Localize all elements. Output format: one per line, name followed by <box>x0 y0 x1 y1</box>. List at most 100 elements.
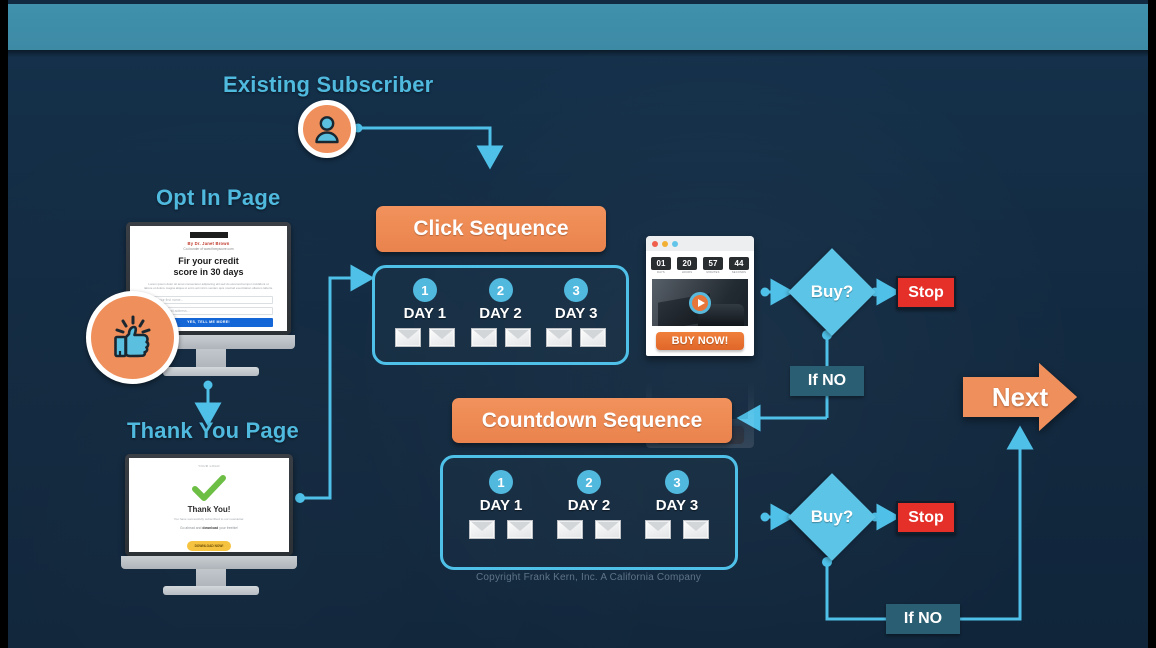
buy-decision-top-label: Buy? <box>810 282 854 301</box>
click-day-1: 1 DAY 1 <box>387 278 463 347</box>
countdown-sequence-banner[interactable]: Countdown Sequence <box>452 398 732 443</box>
stop-node-top[interactable]: Stop <box>896 276 956 309</box>
monitor-foot <box>162 367 259 376</box>
thank-you-download-text: Go ahead and download your freebie! <box>137 526 281 530</box>
countdown-sequence-box: 1 DAY 1 2 DAY 2 3 DAY 3 <box>440 455 738 570</box>
email-icon <box>507 520 533 539</box>
maximize-dot-icon[interactable] <box>672 240 678 247</box>
if-no-label-bottom: If NO <box>886 604 960 634</box>
timer-seconds-value: 44 <box>729 257 749 270</box>
click-day-3: 3 DAY 3 <box>538 278 614 347</box>
countdown-day-1-number: 1 <box>489 470 513 494</box>
countdown-day-2-label: DAY 2 <box>567 497 611 514</box>
timer-seconds: 44 SECONDS <box>729 257 749 274</box>
stop-node-bottom[interactable]: Stop <box>896 501 956 534</box>
click-day-2: 2 DAY 2 <box>463 278 539 347</box>
stop-node-top-label: Stop <box>908 283 944 301</box>
opt-in-headline: Fir your credit score in 30 days <box>138 256 279 278</box>
buy-decision-bottom[interactable]: Buy? <box>788 473 876 561</box>
monitor-foot <box>163 586 259 595</box>
click-day-2-emails <box>470 328 531 347</box>
thank-you-download-button[interactable]: DOWNLOAD NOW! <box>186 541 232 551</box>
countdown-sequence-days: 1 DAY 1 2 DAY 2 3 DAY 3 <box>443 458 735 567</box>
email-icon <box>469 520 495 539</box>
check-icon <box>192 475 226 501</box>
click-day-3-number: 3 <box>564 278 589 302</box>
buy-decision-top[interactable]: Buy? <box>788 248 876 336</box>
if-no-top-text: If NO <box>807 372 847 389</box>
click-day-1-number: 1 <box>412 278 437 302</box>
thank-you-page-monitor: YOUR LOGO Thank You! You have successful… <box>121 454 297 595</box>
opt-in-paragraph: Lorem ipsum dolor sit amet consectetur a… <box>144 282 273 291</box>
download-bold: download <box>202 526 219 530</box>
download-pre: Go ahead and <box>179 526 202 530</box>
opt-in-byline: By Dr. Janet Brown <box>187 241 230 246</box>
play-icon[interactable] <box>689 291 711 314</box>
timer-hours-label: HOURS <box>681 271 693 274</box>
email-icon <box>394 328 421 347</box>
email-icon <box>504 328 531 347</box>
click-day-2-label: DAY 2 <box>479 305 522 322</box>
click-day-1-label: DAY 1 <box>403 305 447 322</box>
thank-you-headline: Thank You! <box>187 505 231 514</box>
email-icon <box>470 328 497 347</box>
thumbs-up-glyph <box>113 315 150 357</box>
countdown-day-2-number: 2 <box>577 470 601 494</box>
email-icon <box>557 520 583 539</box>
top-bar-shadow <box>8 50 1148 57</box>
buy-now-label: BUY NOW! <box>671 335 729 347</box>
opt-in-logo <box>189 232 228 238</box>
countdown-day-1-emails <box>469 520 533 539</box>
if-no-bottom-text: If NO <box>903 610 943 627</box>
copyright-text: Copyright Frank Kern, Inc. A California … <box>476 572 702 583</box>
timer-seconds-label: SECONDS <box>731 271 747 274</box>
click-sequence-banner-label: Click Sequence <box>413 217 569 240</box>
email-icon <box>645 520 671 539</box>
click-day-3-emails <box>546 328 607 347</box>
thank-you-sub: You have successfully subscribed to our … <box>173 517 245 521</box>
opt-in-headline-line1: Fir your credit <box>178 256 239 266</box>
video-thumbnail[interactable] <box>652 279 748 326</box>
click-day-3-label: DAY 3 <box>554 305 598 322</box>
thank-you-screen: YOUR LOGO Thank You! You have successful… <box>129 458 289 552</box>
timer-minutes-label: MINUTES <box>706 271 720 274</box>
click-sequence-days: 1 DAY 1 2 DAY 2 3 DAY 3 <box>375 268 626 362</box>
click-day-1-emails <box>394 328 455 347</box>
top-bar <box>8 4 1148 50</box>
countdown-day-3-number: 3 <box>665 470 689 494</box>
buy-now-button[interactable]: BUY NOW! <box>656 332 744 350</box>
user-avatar-icon <box>298 100 356 158</box>
email-icon <box>580 328 607 347</box>
email-icon <box>595 520 621 539</box>
next-arrow-label: Next <box>991 381 1049 412</box>
thank-you-page-label: Thank You Page <box>127 418 299 443</box>
timer-days-value: 01 <box>651 257 671 270</box>
user-avatar-glyph <box>315 116 339 144</box>
countdown-day-3-label: DAY 3 <box>655 497 699 514</box>
monitor-bezel: YOUR LOGO Thank You! You have successful… <box>125 454 293 556</box>
countdown-day-1-label: DAY 1 <box>479 497 523 514</box>
email-icon <box>428 328 455 347</box>
stop-node-bottom-label: Stop <box>908 508 944 526</box>
if-no-label-top: If NO <box>790 366 864 396</box>
timer-minutes-value: 57 <box>703 257 723 270</box>
monitor-neck <box>195 349 226 367</box>
click-sequence-box: 1 DAY 1 2 DAY 2 3 DAY 3 <box>372 265 629 365</box>
timer-minutes: 57 MINUTES <box>703 257 723 274</box>
sales-page-mockup: 01 DAYS 20 HOURS 57 MINUTES 44 SECONDS B… <box>646 236 754 356</box>
close-dot-icon[interactable] <box>652 240 658 247</box>
next-arrow[interactable]: Next <box>961 361 1079 433</box>
existing-subscriber-label: Existing Subscriber <box>223 72 434 97</box>
opt-in-byline-secondary: Co-founder of www.fixmyscore.com <box>183 247 234 251</box>
countdown-day-3: 3 DAY 3 <box>633 470 721 539</box>
flow-diagram: Existing Subscriber Opt In Page By Dr. J… <box>8 50 1148 648</box>
timer-days-label: DAYS <box>657 271 665 274</box>
monitor-chin <box>121 556 297 569</box>
minimize-dot-icon[interactable] <box>662 240 668 247</box>
email-icon <box>683 520 709 539</box>
click-sequence-banner[interactable]: Click Sequence <box>376 206 606 252</box>
diagram-canvas: Existing Subscriber Opt In Page By Dr. J… <box>0 0 1156 648</box>
timer-hours-value: 20 <box>677 257 697 270</box>
countdown-day-1: 1 DAY 1 <box>457 470 545 539</box>
opt-in-page-label: Opt In Page <box>156 185 281 210</box>
